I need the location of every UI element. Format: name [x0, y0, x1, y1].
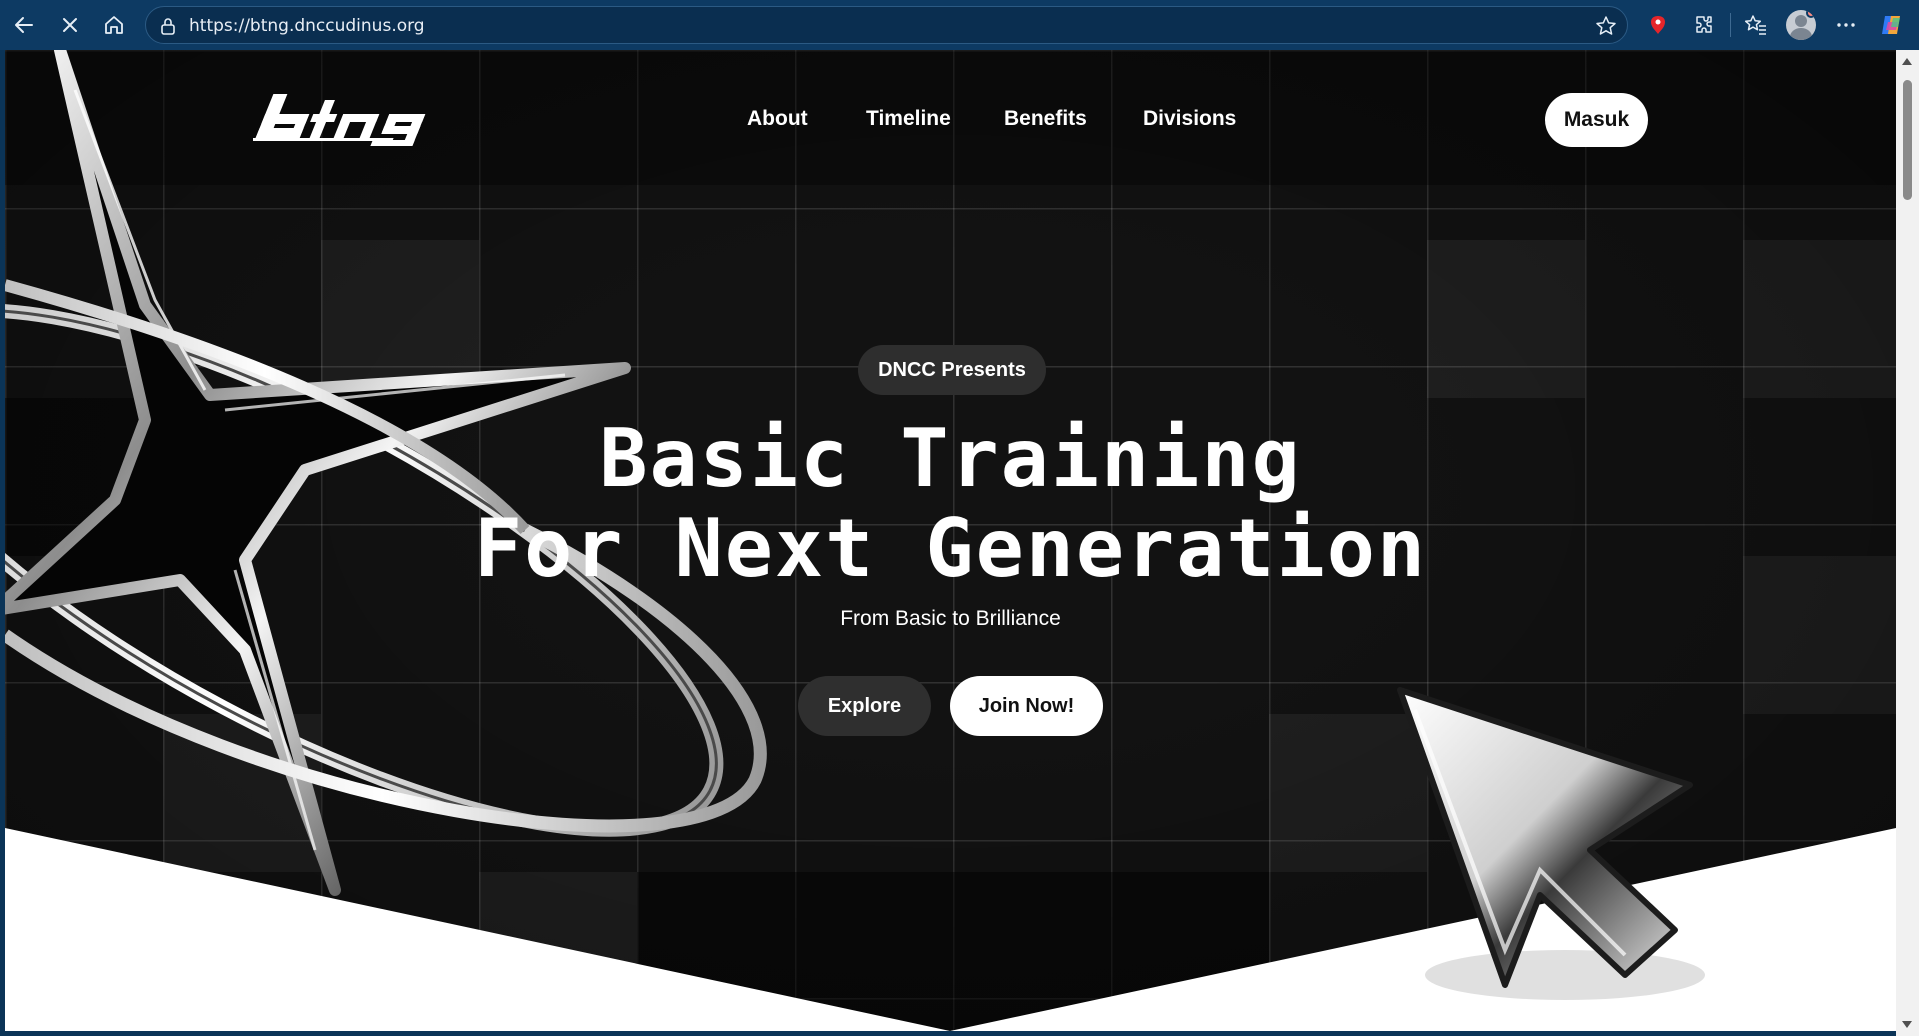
presents-badge: DNCC Presents [858, 345, 1046, 395]
scroll-up-arrow-icon[interactable] [1902, 58, 1912, 65]
favorite-star-icon[interactable] [1595, 15, 1617, 37]
scrollbar-thumb[interactable] [1903, 80, 1912, 200]
browser-toolbar: https://btng.dnccudinus.org [0, 0, 1919, 50]
url-text[interactable]: https://btng.dnccudinus.org [189, 16, 425, 36]
nav-link-benefits[interactable]: Benefits [1004, 107, 1087, 131]
extension-icon[interactable] [1640, 7, 1676, 43]
btng-logo[interactable] [242, 90, 433, 148]
login-button[interactable]: Masuk [1545, 93, 1648, 147]
address-bar[interactable]: https://btng.dnccudinus.org [145, 6, 1628, 44]
toolbar-divider [1730, 13, 1731, 37]
favorites-icon[interactable] [1738, 7, 1774, 43]
page-scrollbar[interactable] [1896, 50, 1919, 1036]
nav-link-timeline[interactable]: Timeline [866, 107, 951, 131]
nav-link-about[interactable]: About [747, 107, 808, 131]
home-icon[interactable] [96, 7, 132, 43]
nav-link-divisions[interactable]: Divisions [1143, 107, 1236, 131]
extensions-puzzle-icon[interactable] [1686, 7, 1722, 43]
hero-title-line1: Basic Training [599, 412, 1302, 505]
more-menu-icon[interactable] [1828, 7, 1864, 43]
profile-avatar-icon[interactable] [1786, 10, 1816, 40]
copilot-icon[interactable] [1874, 7, 1910, 43]
hero-title-line2: For Next Generation [473, 502, 1428, 595]
scroll-down-arrow-icon[interactable] [1902, 1021, 1912, 1028]
explore-button[interactable]: Explore [798, 676, 931, 736]
hero-subtitle: From Basic to Brilliance [840, 607, 1061, 630]
stop-loading-icon[interactable] [52, 7, 88, 43]
lock-icon[interactable] [158, 16, 178, 36]
join-now-button[interactable]: Join Now! [950, 676, 1103, 736]
back-arrow-icon[interactable] [6, 7, 42, 43]
page-viewport: About Timeline Benefits Divisions Masuk … [5, 50, 1896, 1031]
